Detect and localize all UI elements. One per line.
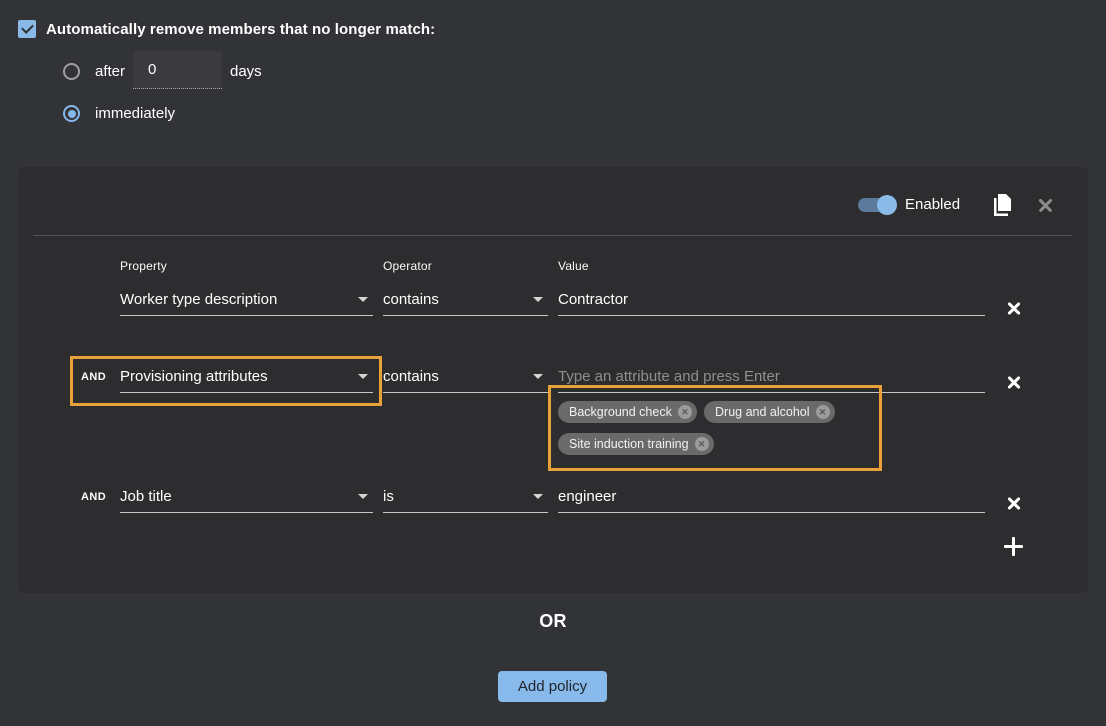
policy-card: Enabled Property Operator Value Worker t… [18,167,1088,593]
delete-condition-button[interactable] [1006,374,1022,390]
chevron-down-icon [533,374,543,379]
immediately-label: immediately [95,105,175,122]
header-divider [33,235,1072,236]
enabled-toggle[interactable] [858,198,896,212]
remove-chip-icon[interactable]: ✕ [678,405,692,419]
operator-dropdown[interactable]: contains [383,284,548,316]
auto-remove-label: Automatically remove members that no lon… [46,21,435,38]
attribute-value-field [558,361,985,393]
close-policy-button[interactable] [1037,197,1054,214]
remove-chip-icon[interactable]: ✕ [816,405,830,419]
attribute-input[interactable] [558,368,985,385]
property-dropdown[interactable]: Job title [120,481,373,513]
after-radio[interactable] [63,63,80,80]
property-dropdown[interactable]: Provisioning attributes [120,361,373,393]
column-header-value: Value [558,259,589,273]
or-separator-label: OR [0,611,1106,632]
chevron-down-icon [533,297,543,302]
days-input[interactable] [133,51,222,89]
add-condition-button[interactable] [1004,537,1023,556]
immediately-radio[interactable] [63,105,80,122]
value-field [558,481,985,513]
enabled-label: Enabled [905,196,960,213]
delete-condition-button[interactable] [1006,300,1022,316]
chevron-down-icon [358,297,368,302]
column-header-property: Property [120,259,167,273]
check-icon [21,21,34,34]
value-input[interactable] [558,488,985,505]
attribute-chip: Site induction training ✕ [558,433,714,455]
remove-chip-icon[interactable]: ✕ [695,437,709,451]
chevron-down-icon [358,494,368,499]
radio-dot [68,110,76,118]
chevron-down-icon [358,374,368,379]
property-dropdown[interactable]: Worker type description [120,284,373,316]
add-policy-button[interactable]: Add policy [498,671,607,702]
after-label: after [95,63,125,80]
toggle-knob [877,195,897,215]
operator-dropdown[interactable]: contains [383,361,548,393]
highlight-box-chips [548,385,882,471]
value-input[interactable] [558,291,985,308]
copy-icon [990,192,1014,218]
value-field [558,284,985,316]
attribute-chip: Drug and alcohol ✕ [704,401,835,423]
operator-dropdown[interactable]: is [383,481,548,513]
conjunction-label: AND [81,371,106,383]
conjunction-label: AND [81,491,106,503]
duplicate-policy-button[interactable] [990,192,1016,220]
membership-policy-screen: Automatically remove members that no lon… [0,0,1106,726]
delete-condition-button[interactable] [1006,495,1022,511]
days-label: days [230,63,262,80]
auto-remove-checkbox[interactable] [18,20,36,38]
chevron-down-icon [533,494,543,499]
attribute-chip: Background check ✕ [558,401,697,423]
column-header-operator: Operator [383,259,432,273]
